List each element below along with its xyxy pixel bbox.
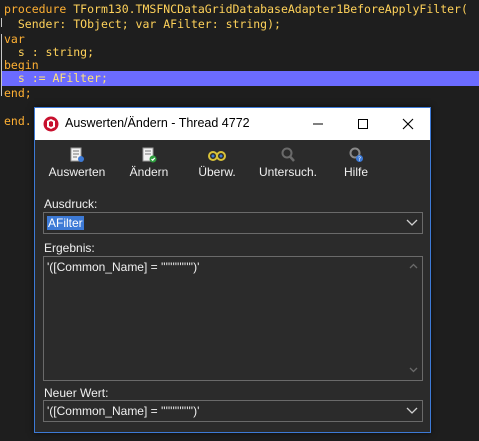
modify-icon xyxy=(139,146,159,163)
result-scrollbar[interactable] xyxy=(405,257,422,380)
scroll-down-icon[interactable] xyxy=(408,364,419,375)
code-line: end; xyxy=(4,86,32,100)
result-value: '([Common_Name] = '''''''''''''')' xyxy=(47,260,200,274)
expression-combobox[interactable]: AFilter xyxy=(43,212,423,234)
evaluate-button[interactable]: Auswerten xyxy=(47,146,107,182)
evaluate-icon xyxy=(67,146,87,163)
close-button[interactable] xyxy=(385,108,430,140)
code-line: s := AFilter; xyxy=(17,71,108,85)
watch-button[interactable]: Überw. xyxy=(187,146,247,182)
new-value-input[interactable]: '([Common_Name] = '''''''''''''')' xyxy=(47,404,199,418)
svg-text:?: ? xyxy=(358,156,361,163)
result-label: Ergebnis: xyxy=(44,241,95,255)
watch-icon xyxy=(207,146,227,163)
expression-label: Ausdruck: xyxy=(44,197,98,211)
fold-marker xyxy=(1,34,2,96)
modify-button[interactable]: Ändern xyxy=(119,146,179,182)
close-icon xyxy=(402,118,413,130)
result-memo[interactable]: '([Common_Name] = '''''''''''''')' xyxy=(43,256,423,381)
fold-marker xyxy=(1,18,2,27)
help-icon: ? xyxy=(346,146,366,163)
chevron-down-icon[interactable] xyxy=(405,217,419,229)
inspect-icon xyxy=(278,146,298,163)
help-label: Hilfe xyxy=(343,165,368,179)
maximize-button[interactable] xyxy=(340,108,385,140)
chevron-down-icon[interactable] xyxy=(405,405,419,417)
execution-point-line: s := AFilter; xyxy=(2,71,479,86)
minimize-button[interactable] xyxy=(295,108,340,140)
inspect-label: Untersuch. xyxy=(258,165,318,179)
help-button[interactable]: ? Hilfe xyxy=(331,146,381,182)
code-line: end. xyxy=(4,114,32,128)
inspect-button[interactable]: Untersuch. xyxy=(255,146,321,182)
maximize-icon xyxy=(357,119,368,129)
new-value-label: Neuer Wert: xyxy=(44,386,109,400)
code-line: Sender: TObject; var AFilter: string); xyxy=(17,17,281,31)
modify-label: Ändern xyxy=(129,165,169,179)
minimize-icon xyxy=(312,123,323,125)
dialog-title: Auswerten/Ändern - Thread 4772 xyxy=(65,116,250,130)
dialog-toolbar: Auswerten Ändern Überw. Untersuch. ? Hil… xyxy=(35,140,430,186)
watch-label: Überw. xyxy=(198,165,236,179)
new-value-combobox[interactable]: '([Common_Name] = '''''''''''''')' xyxy=(43,400,423,422)
evaluate-modify-dialog: Auswerten/Ändern - Thread 4772 Auswerten… xyxy=(34,107,431,433)
delphi-app-icon xyxy=(43,116,59,132)
expression-input[interactable]: AFilter xyxy=(47,216,84,230)
scroll-up-icon[interactable] xyxy=(408,261,419,272)
code-line: procedure TForm130.TMSFNCDataGridDatabas… xyxy=(4,2,468,16)
evaluate-label: Auswerten xyxy=(48,165,106,179)
dialog-titlebar[interactable]: Auswerten/Ändern - Thread 4772 xyxy=(35,108,430,140)
